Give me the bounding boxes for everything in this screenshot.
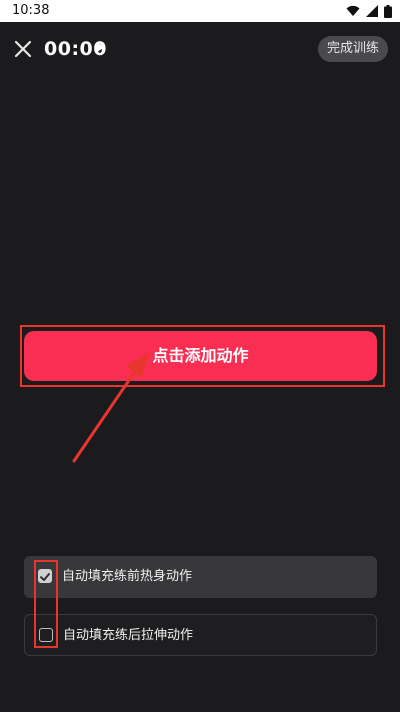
close-button[interactable] <box>12 38 34 60</box>
status-time: 10:38 <box>12 3 50 18</box>
close-icon <box>14 40 32 58</box>
top-bar: 00:00 完成训练 <box>0 32 400 68</box>
signal-icon <box>366 5 378 17</box>
warmup-label: 自动填充练前热身动作 <box>62 569 193 584</box>
option-stretch[interactable]: 自动填充练后拉伸动作 <box>24 614 377 656</box>
battery-icon <box>384 4 392 18</box>
play-icon[interactable] <box>97 42 105 52</box>
finish-training-button[interactable]: 完成训练 <box>317 36 388 62</box>
annotation-checkbox-box <box>34 560 58 648</box>
stretch-label: 自动填充练后拉伸动作 <box>63 628 194 643</box>
wifi-icon <box>346 5 360 16</box>
option-warmup[interactable]: 自动填充练前热身动作 <box>24 556 377 598</box>
status-icons <box>346 4 392 18</box>
annotation-highlight-box <box>20 325 385 387</box>
status-bar: 10:38 <box>0 0 400 22</box>
